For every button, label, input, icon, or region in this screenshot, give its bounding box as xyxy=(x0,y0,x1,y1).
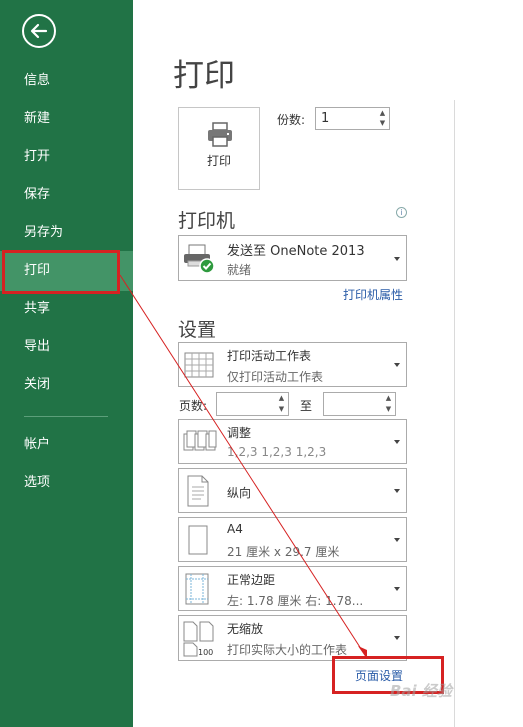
watermark-logo: Bai 经验 xyxy=(390,682,452,700)
annotation-arrow xyxy=(119,274,367,659)
